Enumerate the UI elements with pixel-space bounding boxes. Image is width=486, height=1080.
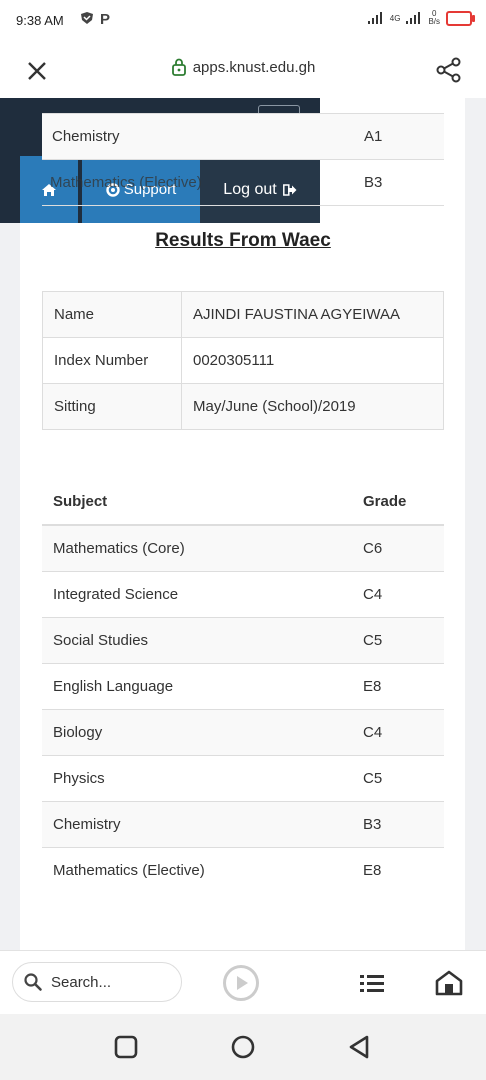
address-bar[interactable]: apps.knust.edu.gh	[0, 58, 486, 76]
table-row: Sitting May/June (School)/2019	[42, 383, 444, 430]
search-icon	[24, 973, 42, 991]
table-row: Physics C5	[42, 755, 444, 802]
sitting-label: Sitting	[42, 383, 182, 430]
name-label: Name	[42, 291, 182, 338]
subject-cell: Chemistry	[42, 113, 354, 160]
subject-cell: Biology	[42, 709, 352, 756]
table-row: Mathematics (Elective) E8	[42, 847, 444, 893]
shield-icon	[81, 12, 93, 24]
parking-icon: P	[100, 11, 110, 25]
search-placeholder: Search...	[51, 973, 112, 991]
grade-cell: C4	[352, 709, 444, 756]
subject-cell: Mathematics (Core)	[42, 524, 352, 572]
overlay-results-fragment: Chemistry A1 Mathematics (Elective) B3	[42, 113, 444, 206]
grade-cell: C5	[352, 755, 444, 802]
data-speed-unit: B/s	[428, 17, 440, 26]
browser-bottom-bar: Search...	[0, 950, 486, 1015]
status-time: 9:38 AM	[16, 13, 64, 28]
grade-cell: B3	[352, 801, 444, 848]
subject-cell: Integrated Science	[42, 571, 352, 618]
system-navigation-bar	[0, 1014, 486, 1080]
subject-cell: Physics	[42, 755, 352, 802]
back-icon[interactable]	[346, 1034, 372, 1060]
subject-cell: Social Studies	[42, 617, 352, 664]
table-row: Social Studies C5	[42, 617, 444, 664]
subject-cell: Chemistry	[42, 801, 352, 848]
index-number-value: 0020305111	[181, 337, 444, 384]
url-text: apps.knust.edu.gh	[192, 58, 316, 76]
subject-header: Subject	[42, 478, 352, 526]
network-type: 4G	[389, 13, 401, 23]
home-circle-icon[interactable]	[230, 1034, 256, 1060]
subject-cell: Mathematics (Elective)	[42, 159, 354, 206]
play-icon[interactable]	[222, 964, 260, 1002]
svg-text:P: P	[100, 11, 110, 25]
grade-header: Grade	[352, 478, 444, 526]
grade-cell: B3	[354, 159, 444, 206]
table-row: Biology C4	[42, 709, 444, 756]
page-title: Results From Waec	[155, 230, 331, 251]
table-row: Chemistry B3	[42, 801, 444, 848]
table-row: Index Number 0020305111	[42, 337, 444, 384]
index-number-label: Index Number	[42, 337, 182, 384]
signal-icon	[367, 12, 382, 24]
list-menu-icon[interactable]	[358, 971, 386, 997]
table-row: Integrated Science C4	[42, 571, 444, 618]
lock-icon	[171, 58, 186, 76]
grade-cell: E8	[352, 847, 444, 893]
table-header-row: Subject Grade	[42, 478, 444, 526]
table-row: Mathematics (Elective) B3	[42, 159, 444, 206]
grade-cell: A1	[354, 113, 444, 160]
table-row: English Language E8	[42, 663, 444, 710]
name-value: AJINDI FAUSTINA AGYEIWAA	[181, 291, 444, 338]
home-icon[interactable]	[434, 969, 464, 997]
grade-cell: C5	[352, 617, 444, 664]
table-row: Chemistry A1	[42, 113, 444, 160]
share-icon	[436, 57, 461, 83]
browser-toolbar: apps.knust.edu.gh	[0, 42, 486, 99]
table-row: Name AJINDI FAUSTINA AGYEIWAA	[42, 291, 444, 338]
sitting-value: May/June (School)/2019	[181, 383, 444, 430]
grade-cell: C4	[352, 571, 444, 618]
grade-cell: C6	[352, 524, 444, 572]
share-button[interactable]	[434, 55, 464, 85]
signal-icon-2	[406, 12, 421, 24]
subject-cell: Mathematics (Elective)	[42, 847, 352, 893]
recent-apps-icon[interactable]	[113, 1034, 139, 1060]
search-input[interactable]: Search...	[12, 962, 182, 1002]
subject-cell: English Language	[42, 663, 352, 710]
candidate-info-table: Name AJINDI FAUSTINA AGYEIWAA Index Numb…	[42, 291, 444, 430]
battery-icon	[446, 10, 475, 26]
table-row: Mathematics (Core) C6	[42, 524, 444, 572]
status-bar: 9:38 AM P 4G 0 B/s	[0, 0, 486, 42]
results-table: Subject Grade Mathematics (Core) C6 Integ…	[42, 478, 444, 893]
grade-cell: E8	[352, 663, 444, 710]
